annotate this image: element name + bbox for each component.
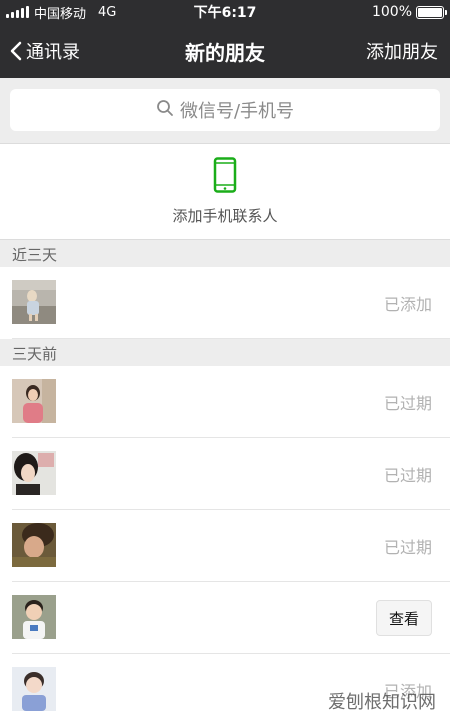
request-status: 已过期 [383, 466, 432, 485]
battery-percent: 100% [371, 4, 412, 20]
section-header-older: 三天前 [0, 340, 450, 366]
battery-icon [416, 5, 447, 19]
avatar [12, 280, 56, 324]
view-request-button[interactable]: 查看 [376, 600, 432, 636]
friend-request-row[interactable]: 已添加 [0, 267, 450, 339]
chevron-left-icon [10, 41, 22, 61]
friend-request-row[interactable]: 查看 [0, 582, 450, 654]
request-status: 已添加 [383, 295, 432, 314]
request-status: 已过期 [383, 538, 432, 557]
signal-strength-icon [6, 6, 29, 18]
mobile-phone-icon [213, 157, 237, 197]
add-phone-contacts-label: 添加手机联系人 [172, 207, 278, 225]
battery-level-fill [418, 7, 442, 17]
nav-bar: 通讯录 新的朋友 添加朋友 [0, 24, 450, 78]
search-input[interactable]: 微信号/手机号 [10, 89, 440, 131]
friend-request-row[interactable]: 已过期 [0, 438, 450, 510]
request-status: 已过期 [383, 394, 432, 413]
watermark-text: 爱刨根知识网 [328, 692, 436, 713]
friend-request-row[interactable]: 已过期 [0, 510, 450, 582]
avatar [12, 451, 56, 495]
network-type: 4G [98, 4, 117, 20]
add-friend-button[interactable]: 添加朋友 [366, 38, 438, 64]
search-placeholder: 微信号/手机号 [179, 101, 295, 122]
search-icon [156, 99, 174, 122]
back-button[interactable]: 通讯录 [10, 38, 80, 64]
avatar [12, 523, 56, 567]
back-label: 通讯录 [26, 42, 80, 63]
avatar [12, 667, 56, 711]
row-divider [12, 338, 450, 339]
search-section: 微信号/手机号 [0, 78, 450, 142]
avatar [12, 379, 56, 423]
friend-request-row[interactable]: 已过期 [0, 366, 450, 438]
add-phone-contacts-button[interactable]: 添加手机联系人 [0, 143, 450, 240]
avatar [12, 595, 56, 639]
carrier-name: 中国移动 [34, 6, 87, 22]
section-header-recent: 近三天 [0, 241, 450, 267]
status-bar: 中国移动 4G 下午6:17 100% [0, 0, 450, 24]
